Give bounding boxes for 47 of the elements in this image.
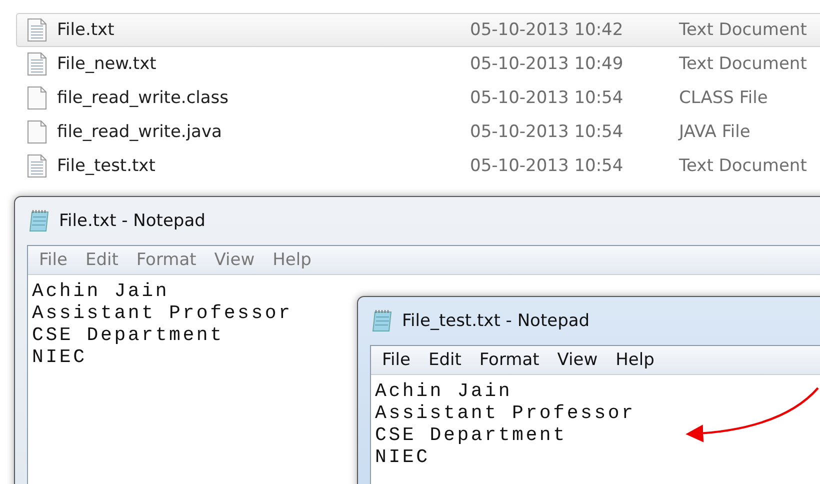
notepad-icon bbox=[372, 309, 394, 333]
menu-item[interactable]: File bbox=[30, 250, 76, 270]
menu-item[interactable]: Format bbox=[470, 350, 548, 370]
file-name: file_read_write.class bbox=[57, 88, 230, 108]
menu-item[interactable]: Help bbox=[264, 250, 320, 270]
file-row[interactable]: file_read_write.class 05-10-2013 10:54 CLASS File bbox=[16, 81, 820, 115]
file-name: File.txt bbox=[57, 20, 116, 40]
text-line: Achin Jain bbox=[32, 280, 170, 302]
text-line: NIEC bbox=[375, 446, 430, 468]
text-line: NIEC bbox=[32, 346, 87, 368]
menu-item[interactable]: Help bbox=[606, 350, 664, 370]
blank-document-icon bbox=[27, 86, 47, 110]
file-row[interactable]: File_test.txt 05-10-2013 10:54 Text Document bbox=[16, 149, 820, 183]
date-modified: 05-10-2013 10:54 bbox=[470, 156, 624, 176]
file-row[interactable]: File_new.txt 05-10-2013 10:49 Text Document bbox=[16, 47, 820, 81]
text-line: Achin Jain bbox=[375, 380, 512, 402]
file-row[interactable]: File.txt 05-10-2013 10:42 Text Document bbox=[16, 13, 820, 47]
file-name: file_read_write.java bbox=[57, 122, 223, 142]
date-modified: 05-10-2013 10:54 bbox=[470, 88, 624, 108]
text-line: Assistant Professor bbox=[375, 402, 636, 424]
text-document-icon bbox=[27, 154, 47, 178]
text-line: CSE Department bbox=[375, 424, 567, 446]
menu-item[interactable]: Format bbox=[127, 250, 206, 270]
text-line: Assistant Professor bbox=[32, 302, 292, 324]
file-row[interactable]: file_read_write.java 05-10-2013 10:54 JAVA File bbox=[16, 115, 820, 149]
text-document-icon bbox=[27, 52, 47, 76]
file-type: CLASS File bbox=[679, 88, 769, 108]
date-modified: 05-10-2013 10:54 bbox=[470, 122, 624, 142]
file-name: File_new.txt bbox=[57, 54, 158, 74]
menu-item[interactable]: Edit bbox=[76, 250, 128, 270]
text-document-icon bbox=[27, 18, 47, 42]
window-title: File.txt - Notepad bbox=[59, 211, 206, 231]
text-line: CSE Department bbox=[32, 324, 224, 346]
file-type: Text Document bbox=[679, 54, 808, 74]
date-modified: 05-10-2013 10:42 bbox=[470, 20, 624, 40]
date-modified: 05-10-2013 10:49 bbox=[470, 54, 624, 74]
file-type: JAVA File bbox=[679, 122, 752, 142]
notepad-icon bbox=[29, 209, 51, 233]
file-name: File_test.txt bbox=[57, 156, 156, 176]
menu-item[interactable]: Edit bbox=[419, 350, 470, 370]
menu-item[interactable]: View bbox=[548, 350, 607, 370]
menu-item[interactable]: File bbox=[373, 350, 420, 370]
window-title: File_test.txt - Notepad bbox=[402, 311, 590, 331]
file-type: Text Document bbox=[679, 20, 808, 40]
menu-item[interactable]: View bbox=[205, 250, 264, 270]
blank-document-icon bbox=[27, 120, 47, 144]
file-type: Text Document bbox=[679, 156, 808, 176]
